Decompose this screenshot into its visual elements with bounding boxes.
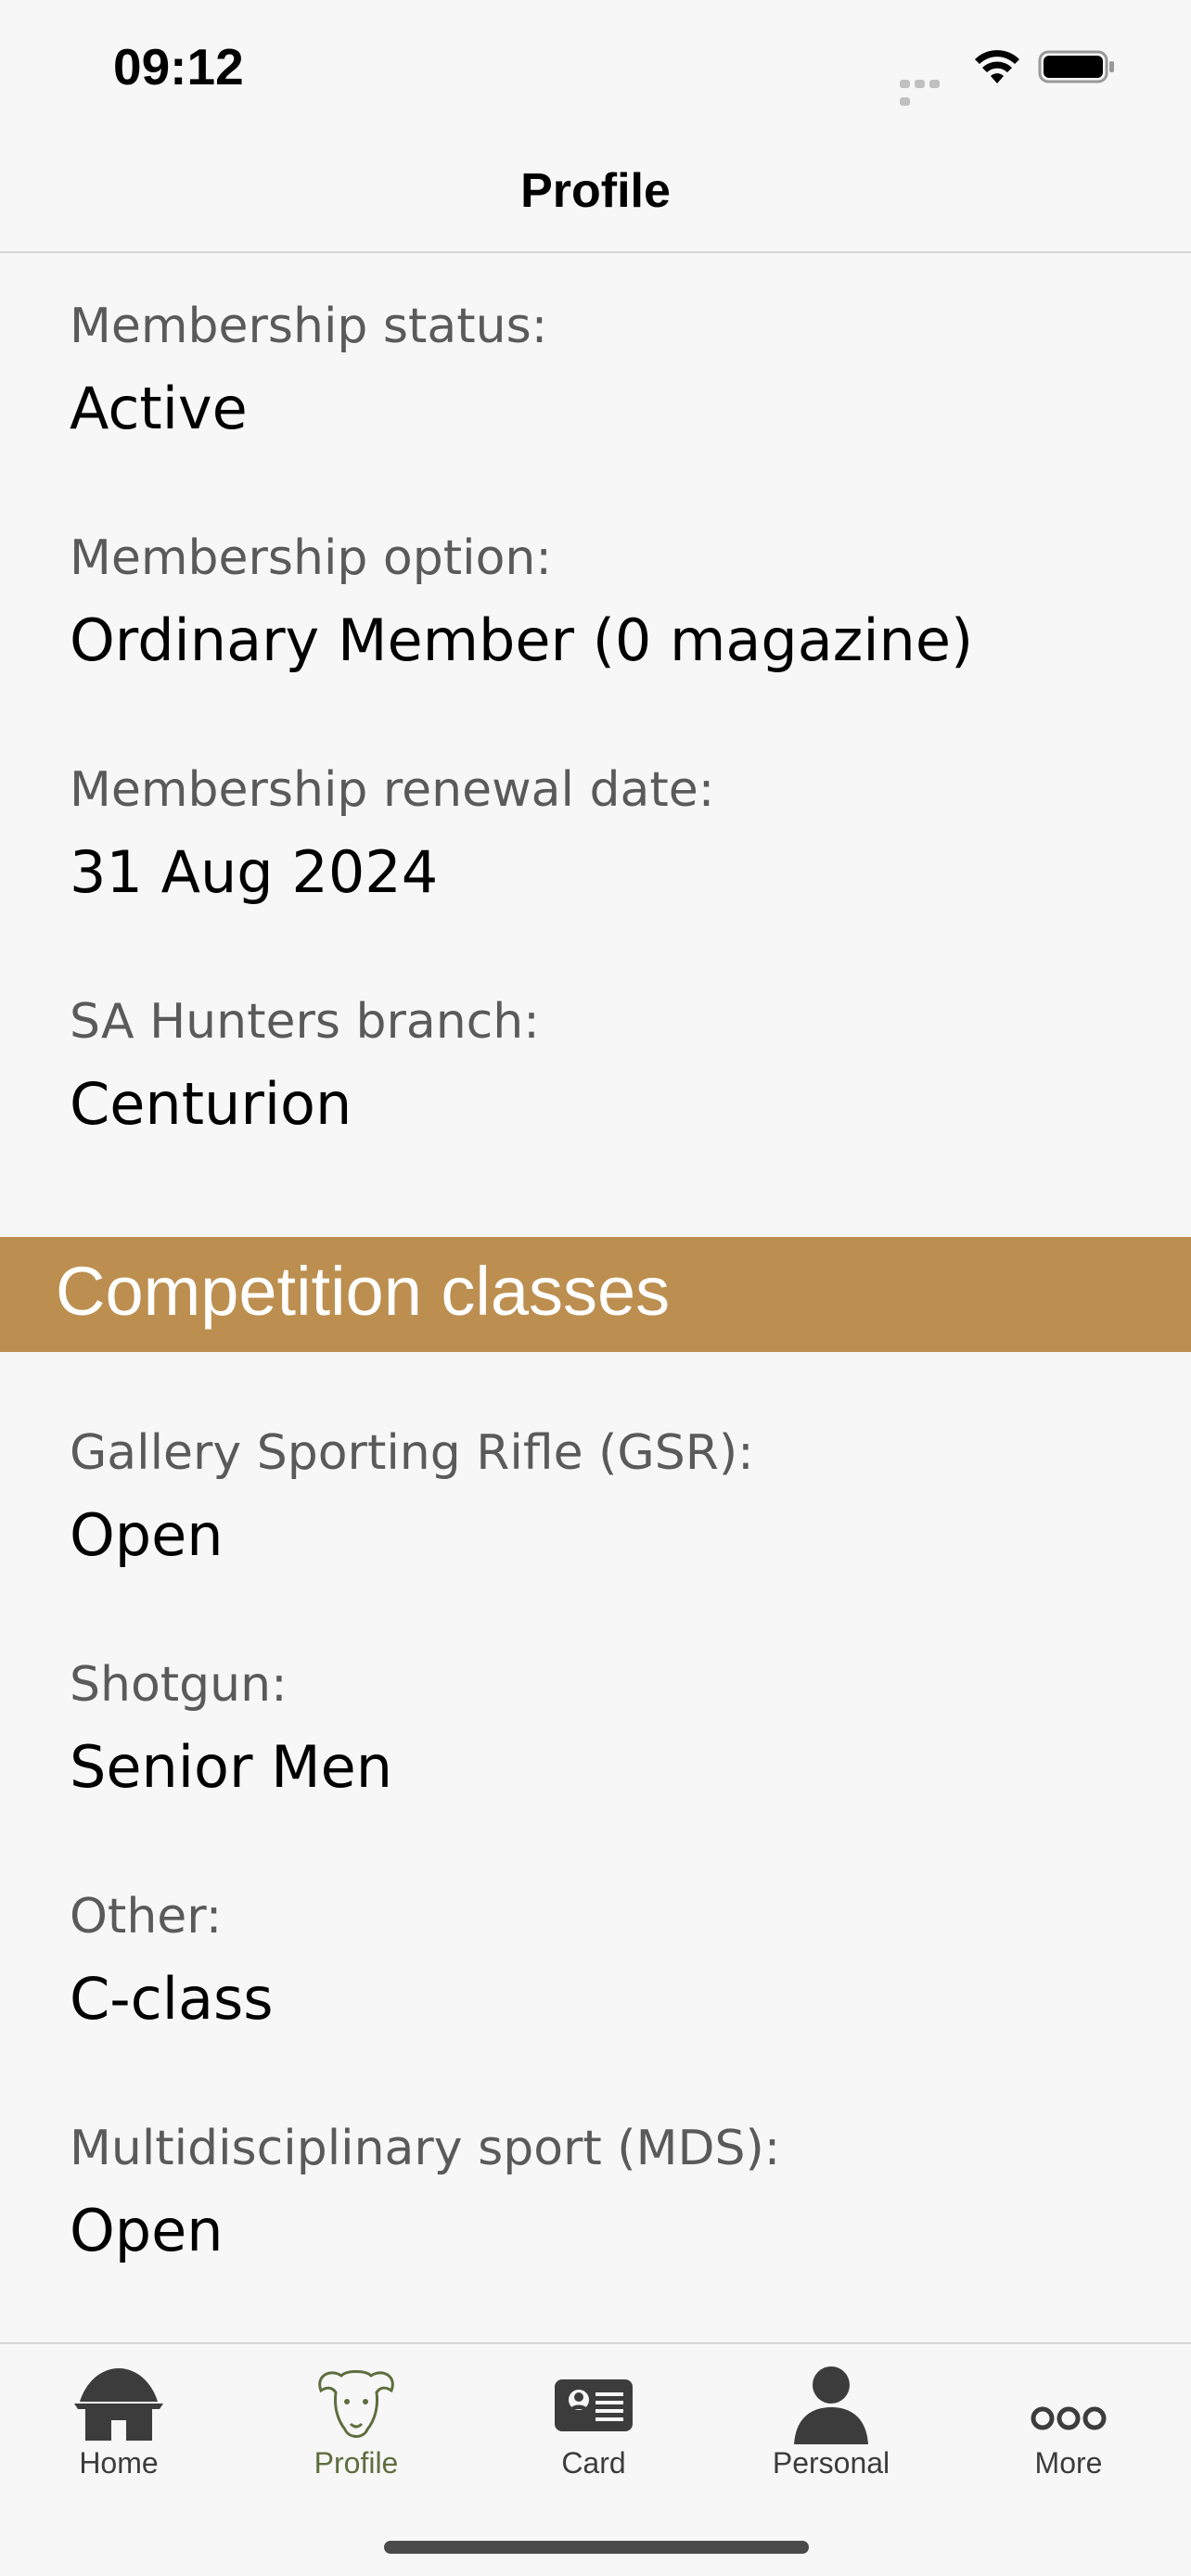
field-label: Membership option:: [70, 530, 552, 586]
tab-home[interactable]: Home: [0, 2355, 237, 2485]
tab-more[interactable]: More: [950, 2355, 1187, 2485]
field-label: Shotgun:: [70, 1657, 288, 1713]
tab-label: Card: [561, 2446, 626, 2480]
page-title: Profile: [520, 164, 671, 218]
tab-label: Personal: [772, 2446, 890, 2480]
field-value: Open: [70, 2197, 224, 2264]
membership-status-field: Membership status: Active: [70, 299, 547, 442]
tab-profile[interactable]: Profile: [237, 2355, 475, 2485]
membership-option-field: Membership option: Ordinary Member (0 ma…: [70, 530, 973, 674]
tab-label: Home: [79, 2446, 159, 2480]
field-value: Ordinary Member (0 magazine): [70, 606, 974, 674]
competition-classes-header: Competition classes: [0, 1237, 1191, 1352]
tab-card[interactable]: Card: [475, 2355, 712, 2485]
gsr-class-field: Gallery Sporting Rifle (GSR): Open: [70, 1425, 754, 1569]
tab-label: More: [1034, 2446, 1103, 2480]
id-card-icon: [555, 2379, 633, 2431]
field-label: SA Hunters branch:: [70, 994, 540, 1050]
person-icon: [794, 2366, 868, 2444]
field-label: Membership status:: [70, 299, 548, 354]
battery-icon: [1038, 50, 1114, 83]
field-value: Active: [70, 375, 248, 442]
more-dots-icon: [1031, 2406, 1107, 2430]
field-label: Multidisciplinary sport (MDS):: [70, 2121, 781, 2176]
home-indicator[interactable]: [384, 2541, 809, 2554]
branch-field: SA Hunters branch: Centurion: [70, 994, 540, 1138]
tab-label: Profile: [314, 2446, 399, 2480]
mds-class-field: Multidisciplinary sport (MDS): Open: [70, 2121, 780, 2264]
field-value: Centurion: [70, 1070, 352, 1138]
section-title: Competition classes: [56, 1253, 671, 1330]
membership-renewal-date-field: Membership renewal date: 31 Aug 2024: [70, 762, 714, 906]
field-label: Gallery Sporting Rifle (GSR):: [70, 1425, 754, 1481]
field-label: Membership renewal date:: [70, 762, 715, 818]
status-time: 09:12: [113, 38, 244, 96]
field-label: Other:: [70, 1889, 223, 1945]
wifi-icon: [975, 50, 1019, 83]
hut-icon: [74, 2368, 163, 2441]
other-class-field: Other: C-class: [70, 1889, 274, 2033]
profile-screen: 09:12 Profile Membership status: Active …: [0, 0, 1191, 2576]
cellular-signal-icon: [900, 74, 957, 106]
field-value: Open: [70, 1501, 224, 1569]
field-value: C-class: [70, 1965, 274, 2033]
buffalo-icon: [318, 2370, 394, 2438]
field-value: 31 Aug 2024: [70, 838, 439, 906]
shotgun-class-field: Shotgun: Senior Men: [70, 1657, 392, 1801]
field-value: Senior Men: [70, 1733, 393, 1801]
tab-personal[interactable]: Personal: [712, 2355, 950, 2485]
navigation-bar: Profile: [0, 137, 1191, 253]
status-bar: 09:12: [0, 0, 1191, 137]
